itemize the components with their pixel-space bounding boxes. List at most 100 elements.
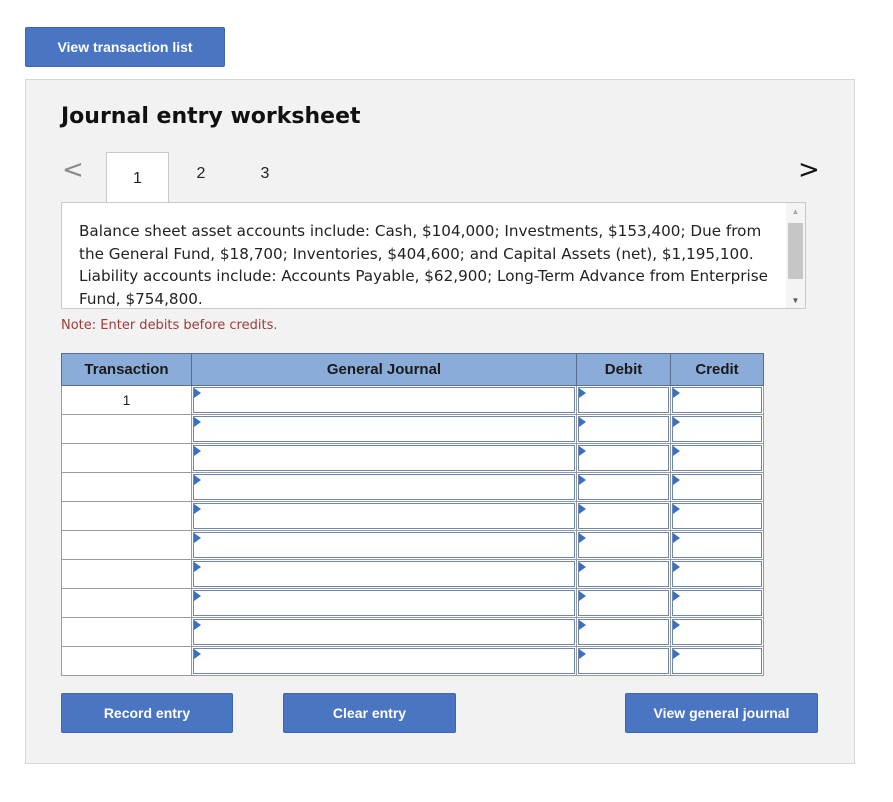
credit-input[interactable] [672,503,762,529]
scroll-up-icon[interactable]: ▲ [786,203,805,219]
entry-note: Note: Enter debits before credits. [61,318,278,333]
credit-cell [670,646,764,676]
record-entry-button[interactable]: Record entry [61,693,233,733]
credit-cell [670,588,764,618]
table-row [61,559,764,589]
credit-input[interactable] [672,619,762,645]
general-journal-input[interactable] [193,648,575,674]
debit-cell [576,530,671,560]
transaction-cell [61,588,192,618]
header-transaction: Transaction [61,353,192,386]
table-row [61,530,764,560]
credit-cell [670,472,764,502]
tab-2[interactable]: 2 [186,152,216,196]
credit-input[interactable] [672,590,762,616]
general-journal-input[interactable] [193,590,575,616]
tab-1[interactable]: 1 [106,152,169,204]
view-transaction-list-button[interactable]: View transaction list [25,27,225,67]
credit-cell [670,617,764,647]
general-journal-input[interactable] [193,474,575,500]
header-credit: Credit [670,353,764,386]
credit-cell [670,530,764,560]
debit-input[interactable] [578,474,669,500]
general-journal-cell [191,385,577,415]
general-journal-cell [191,617,577,647]
table-row [61,588,764,618]
general-journal-cell [191,443,577,473]
credit-input[interactable] [672,416,762,442]
tab-3[interactable]: 3 [250,152,280,196]
credit-cell [670,385,764,415]
credit-cell [670,501,764,531]
transaction-description-box: Balance sheet asset accounts include: Ca… [61,202,806,309]
debit-input[interactable] [578,648,669,674]
debit-cell [576,559,671,589]
journal-entry-worksheet: Journal entry worksheet < > 1 2 3 Balanc… [25,79,855,764]
worksheet-title: Journal entry worksheet [61,104,361,129]
table-row [61,472,764,502]
journal-table: Transaction General Journal Debit Credit… [61,353,764,676]
debit-input[interactable] [578,561,669,587]
transaction-cell: 1 [61,385,192,415]
credit-cell [670,414,764,444]
credit-input[interactable] [672,532,762,558]
general-journal-cell [191,588,577,618]
transaction-cell [61,530,192,560]
general-journal-input[interactable] [193,561,575,587]
general-journal-input[interactable] [193,387,575,413]
general-journal-cell [191,646,577,676]
debit-input[interactable] [578,503,669,529]
general-journal-cell [191,501,577,531]
debit-cell [576,443,671,473]
transaction-description: Balance sheet asset accounts include: Ca… [79,222,768,308]
transaction-cell [61,501,192,531]
header-general-journal: General Journal [191,353,577,386]
debit-cell [576,588,671,618]
scroll-down-icon[interactable]: ▼ [786,292,805,308]
header-debit: Debit [576,353,671,386]
table-row [61,443,764,473]
general-journal-cell [191,472,577,502]
credit-input[interactable] [672,648,762,674]
general-journal-input[interactable] [193,416,575,442]
general-journal-input[interactable] [193,445,575,471]
debit-input[interactable] [578,590,669,616]
debit-cell [576,385,671,415]
transaction-cell [61,559,192,589]
transaction-cell [61,443,192,473]
debit-cell [576,414,671,444]
table-row [61,501,764,531]
description-scrollbar[interactable]: ▲ ▼ [786,203,805,308]
transaction-cell [61,414,192,444]
chevron-left-icon[interactable]: < [62,157,84,183]
credit-input[interactable] [672,561,762,587]
debit-cell [576,501,671,531]
debit-input[interactable] [578,532,669,558]
transaction-cell [61,646,192,676]
scroll-thumb[interactable] [788,223,803,279]
debit-input[interactable] [578,387,669,413]
table-row [61,617,764,647]
credit-input[interactable] [672,474,762,500]
table-row [61,414,764,444]
general-journal-input[interactable] [193,619,575,645]
general-journal-cell [191,530,577,560]
debit-input[interactable] [578,619,669,645]
transaction-cell [61,472,192,502]
credit-input[interactable] [672,387,762,413]
debit-cell [576,646,671,676]
credit-cell [670,443,764,473]
debit-input[interactable] [578,445,669,471]
debit-input[interactable] [578,416,669,442]
general-journal-cell [191,559,577,589]
view-general-journal-button[interactable]: View general journal [625,693,818,733]
general-journal-input[interactable] [193,532,575,558]
credit-input[interactable] [672,445,762,471]
debit-cell [576,617,671,647]
table-row: 1 [61,385,764,415]
clear-entry-button[interactable]: Clear entry [283,693,456,733]
general-journal-input[interactable] [193,503,575,529]
table-row [61,646,764,676]
general-journal-cell [191,414,577,444]
chevron-right-icon[interactable]: > [798,157,820,183]
